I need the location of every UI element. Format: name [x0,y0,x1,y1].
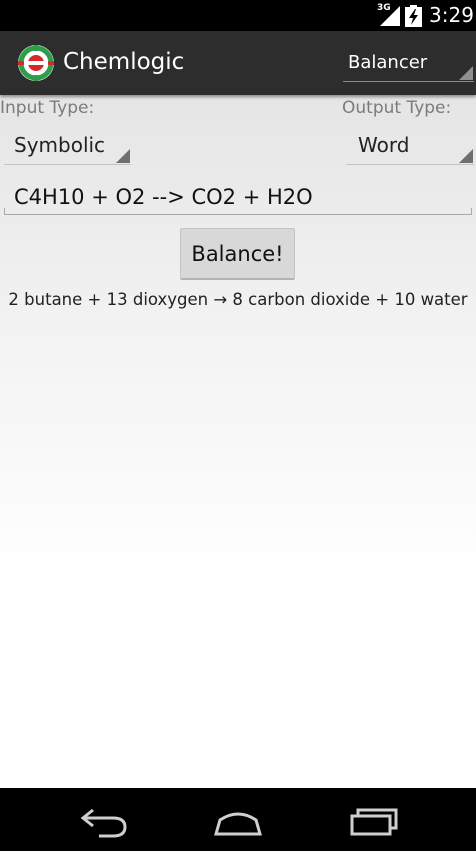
output-type-value: Word [358,133,410,157]
action-bar: Chemlogic Balancer [0,31,476,95]
edittext-corner-left [4,208,5,215]
recents-icon[interactable] [344,802,404,838]
dropdown-triangle-icon [459,66,473,80]
input-type-spinner[interactable]: Symbolic [4,126,131,165]
output-type-spinner[interactable]: Word [346,126,474,165]
back-icon[interactable] [75,802,135,838]
input-type-value: Symbolic [14,133,106,157]
equation-input[interactable] [4,179,472,215]
navigation-bar [0,788,476,851]
edittext-corner-right [471,208,472,215]
chemlogic-logo-icon [18,45,54,81]
balance-button[interactable]: Balance! [180,228,295,280]
mode-spinner-label: Balancer [348,52,428,73]
balanced-result: 2 butane + 13 dioxygen → 8 carbon dioxid… [8,290,468,309]
input-type-label: Input Type: [0,98,95,118]
signal-icon [380,6,400,26]
dropdown-triangle-icon [116,149,130,163]
status-bar: 3G 3:29 [0,0,476,31]
dropdown-triangle-icon [459,149,473,163]
home-icon[interactable] [208,802,268,838]
output-type-label: Output Type: [342,98,452,118]
app-title: Chemlogic [63,49,185,75]
clock: 3:29 [429,3,474,27]
battery-icon [405,5,422,27]
main-content: Input Type: Output Type: Symbolic Word B… [0,95,476,788]
mode-spinner[interactable]: Balancer [343,45,474,82]
